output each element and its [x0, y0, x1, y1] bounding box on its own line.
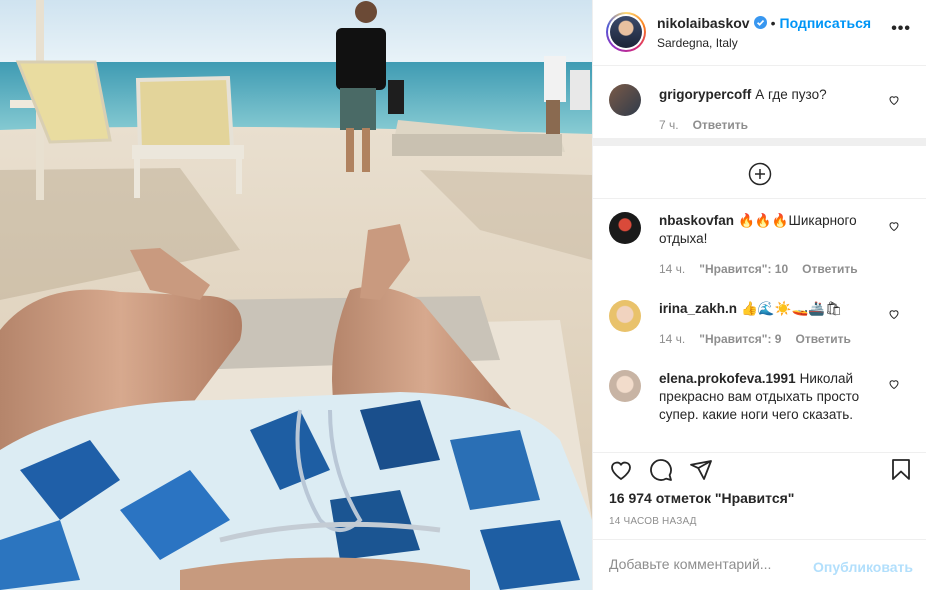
bookmark-icon[interactable] [889, 458, 913, 482]
likes-count[interactable]: 16 974 отметок "Нравится" [609, 490, 794, 506]
owner-avatar[interactable] [606, 12, 646, 52]
plus-circle-icon[interactable] [748, 162, 772, 186]
commenter-username[interactable]: nbaskovfan [659, 213, 734, 228]
comment-item: nbaskovfan 🔥🔥🔥Шикарного отдыха! 14 ч. "Нра… [593, 206, 926, 286]
comment-meta: 7 ч. Ответить [659, 118, 762, 132]
heart-icon[interactable] [609, 458, 633, 482]
comment-time: 14 ч. [659, 332, 686, 346]
beach-photo [0, 0, 592, 590]
comment-content: А где пузо? [755, 87, 827, 102]
commenter-avatar[interactable] [609, 212, 641, 244]
heart-icon[interactable] [888, 308, 900, 320]
comment-content: 👍🌊☀️🚤🚢🛍 [741, 301, 843, 316]
comment-text: grigorypercoff А где пузо? [659, 86, 887, 104]
commenter-avatar[interactable] [609, 370, 641, 402]
comment-text: nbaskovfan 🔥🔥🔥Шикарного отдыха! [659, 212, 887, 248]
owner-username[interactable]: nikolaibaskov [657, 15, 750, 31]
comment-item: elena.prokofeva.1991 Николай прекрасно ва… [593, 364, 926, 444]
divider [593, 198, 926, 199]
post-time[interactable]: 14 ЧАСОВ НАЗАД [609, 516, 697, 527]
publish-button[interactable]: Опубликовать [813, 559, 913, 575]
post-header: nikolaibaskov • Подписаться Sardegna, Ital… [593, 0, 926, 66]
commenter-username[interactable]: grigorypercoff [659, 87, 751, 102]
comment-icon[interactable] [649, 458, 673, 482]
reply-button[interactable]: Ответить [795, 332, 850, 346]
post-location[interactable]: Sardegna, Italy [657, 36, 738, 50]
follow-button[interactable]: Подписаться [780, 15, 872, 31]
comment-item: grigorypercoff А где пузо? 7 ч. Ответить [593, 66, 926, 136]
owner-line: nikolaibaskov • Подписаться [657, 15, 871, 31]
post-actions: 16 974 отметок "Нравится" 14 ЧАСОВ НАЗАД… [593, 452, 926, 590]
comment-likes[interactable]: "Нравится": 10 [699, 262, 788, 276]
reply-button[interactable]: Ответить [802, 262, 857, 276]
divider [593, 138, 926, 146]
more-options-icon[interactable]: ••• [891, 20, 911, 38]
add-comment-bar: Опубликовать [593, 539, 926, 590]
comment-likes[interactable]: "Нравится": 9 [699, 332, 781, 346]
comment-time: 14 ч. [659, 262, 686, 276]
separator-dot: • [770, 15, 776, 31]
comment-text: elena.prokofeva.1991 Николай прекрасно ва… [659, 370, 887, 424]
reply-button[interactable]: Ответить [693, 118, 748, 132]
share-icon[interactable] [689, 458, 713, 482]
post-side-panel: nikolaibaskov • Подписаться Sardegna, Ital… [592, 0, 926, 590]
comment-text: irina_zakh.n 👍🌊☀️🚤🚢🛍 [659, 300, 887, 318]
commenter-avatar[interactable] [609, 300, 641, 332]
heart-icon[interactable] [888, 378, 900, 390]
verified-badge-icon [753, 16, 767, 29]
heart-icon[interactable] [888, 220, 900, 232]
heart-icon[interactable] [888, 94, 900, 106]
commenter-avatar[interactable] [609, 84, 641, 116]
post-photo[interactable] [0, 0, 592, 590]
comments-list[interactable]: grigorypercoff А где пузо? 7 ч. Ответить n… [593, 66, 926, 452]
comment-input[interactable] [609, 556, 809, 572]
comment-meta: 14 ч. "Нравится": 9 Ответить [659, 332, 865, 346]
commenter-username[interactable]: irina_zakh.n [659, 301, 737, 316]
comment-meta: 14 ч. "Нравится": 10 Ответить [659, 262, 872, 276]
comment-item: irina_zakh.n 👍🌊☀️🚤🚢🛍 14 ч. "Нравится": 9 От… [593, 294, 926, 354]
comment-time: 7 ч. [659, 118, 679, 132]
commenter-username[interactable]: elena.prokofeva.1991 [659, 371, 796, 386]
